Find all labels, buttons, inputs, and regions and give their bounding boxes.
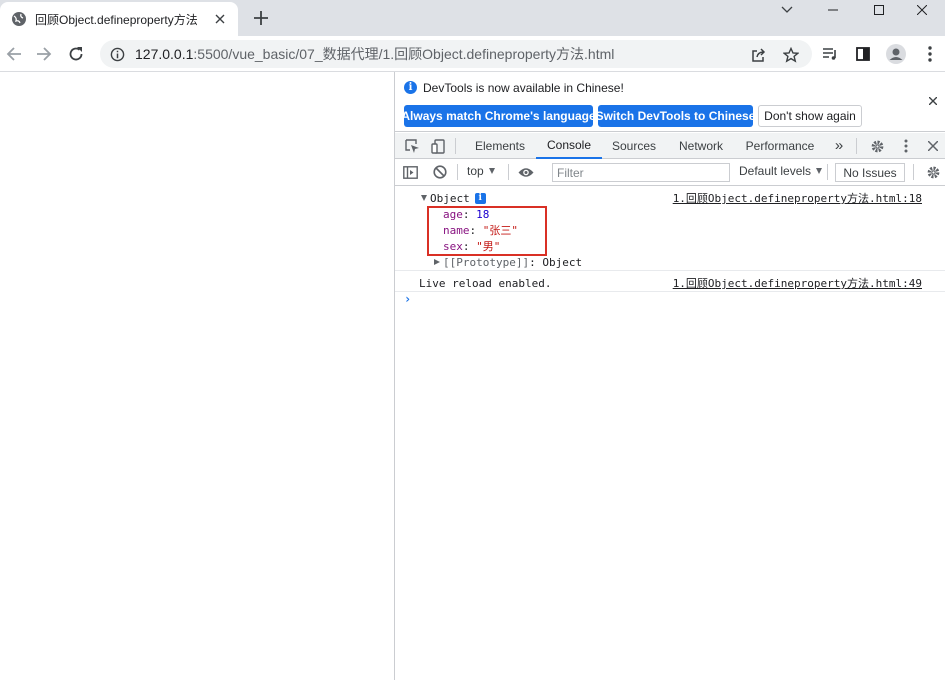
devtools-language-infobar: i DevTools is now available in Chinese! … xyxy=(395,72,945,132)
info-badge-icon: i xyxy=(474,192,486,204)
toolbar-divider xyxy=(455,138,456,154)
back-icon[interactable] xyxy=(4,44,24,64)
close-window-icon[interactable] xyxy=(899,0,945,20)
customize-menu-icon[interactable] xyxy=(897,137,915,155)
show-sidebar-icon[interactable] xyxy=(401,163,419,181)
dropdown-arrow-icon xyxy=(488,168,495,174)
object-label: Object xyxy=(430,191,470,205)
forward-icon[interactable] xyxy=(34,44,54,64)
maximize-icon[interactable] xyxy=(856,0,902,20)
tab-strip: 回顾Object.defineproperty方法 xyxy=(0,0,945,36)
console-toolbar: top Filter Default levels No Issues xyxy=(395,159,945,186)
tab-sources[interactable]: Sources xyxy=(605,133,663,158)
log-levels-dropdown[interactable]: Default levels xyxy=(739,164,823,178)
context-label: top xyxy=(467,164,484,178)
tab-search-chevron-icon[interactable] xyxy=(764,0,810,20)
url-path: :5500/vue_basic/07_数据代理/1.回顾Object.defin… xyxy=(193,46,615,62)
source-link[interactable]: 1.回顾Object.defineproperty方法.html:18 xyxy=(673,190,922,206)
close-devtools-icon[interactable] xyxy=(924,137,942,155)
settings-gear-icon[interactable] xyxy=(868,137,886,155)
console-log-object[interactable]: Object i 1.回顾Object.defineproperty方法.htm… xyxy=(395,190,945,206)
infobar-close-icon[interactable] xyxy=(926,94,940,108)
tab-console[interactable]: Console xyxy=(536,133,602,159)
minimize-icon[interactable] xyxy=(810,0,856,20)
prototype-key: [[Prototype]] xyxy=(443,255,530,269)
prototype-row[interactable]: [[Prototype]]: Object xyxy=(395,254,945,270)
bookmark-star-icon[interactable] xyxy=(782,46,800,64)
more-tabs-icon[interactable]: » xyxy=(829,133,849,158)
toolbar-divider xyxy=(827,164,828,180)
info-icon: i xyxy=(404,81,417,94)
browser-tab[interactable]: 回顾Object.defineproperty方法 xyxy=(0,2,238,36)
console-divider xyxy=(395,291,945,292)
console-divider xyxy=(395,270,945,271)
console-prompt-icon[interactable]: › xyxy=(404,292,411,306)
new-tab-icon[interactable] xyxy=(252,9,270,27)
infobar-message: DevTools is now available in Chinese! xyxy=(423,81,624,95)
prototype-value: Object xyxy=(542,255,583,269)
issues-button[interactable]: No Issues xyxy=(835,163,905,182)
url-text: 127.0.0.1:5500/vue_basic/07_数据代理/1.回顾Obj… xyxy=(135,44,614,64)
expand-triangle-icon[interactable] xyxy=(434,259,440,265)
side-panel-icon[interactable] xyxy=(853,44,873,64)
reload-icon[interactable] xyxy=(66,44,86,64)
console-log-message: Live reload enabled. 1.回顾Object.definepr… xyxy=(395,275,945,291)
reading-list-icon[interactable] xyxy=(820,44,840,64)
context-selector[interactable]: top xyxy=(467,164,495,178)
live-expression-eye-icon[interactable] xyxy=(517,163,535,181)
devtools-tab-bar: Elements Console Sources Network Perform… xyxy=(395,133,945,159)
clear-console-icon[interactable] xyxy=(431,163,449,181)
toolbar-divider xyxy=(913,164,914,180)
source-link[interactable]: 1.回顾Object.defineproperty方法.html:49 xyxy=(673,275,922,291)
site-info-icon[interactable] xyxy=(109,46,125,62)
dont-show-again-button[interactable]: Don't show again xyxy=(758,105,862,127)
toolbar-divider xyxy=(508,164,509,180)
devtools-panel: i DevTools is now available in Chinese! … xyxy=(394,72,945,680)
red-highlight-box xyxy=(427,206,547,256)
more-menu-icon[interactable] xyxy=(920,44,940,64)
inspect-element-icon[interactable] xyxy=(403,137,421,155)
always-match-language-button[interactable]: Always match Chrome's language xyxy=(401,105,596,127)
close-tab-icon[interactable] xyxy=(212,11,228,27)
tab-elements[interactable]: Elements xyxy=(467,133,533,158)
log-text: Live reload enabled. xyxy=(419,276,552,290)
dropdown-arrow-icon xyxy=(816,168,823,174)
expand-triangle-icon[interactable] xyxy=(421,195,427,201)
toolbar-divider xyxy=(856,138,857,154)
console-settings-gear-icon[interactable] xyxy=(924,163,942,181)
tab-title: 回顾Object.defineproperty方法 xyxy=(35,12,198,27)
log-levels-label: Default levels xyxy=(739,164,812,178)
url-host: 127.0.0.1 xyxy=(135,46,194,62)
page-viewport xyxy=(0,72,394,680)
console-filter-input[interactable]: Filter xyxy=(552,163,730,182)
browser-toolbar: 127.0.0.1:5500/vue_basic/07_数据代理/1.回顾Obj… xyxy=(0,36,945,72)
toolbar-divider xyxy=(457,164,458,180)
tab-performance[interactable]: Performance xyxy=(741,133,819,158)
profile-avatar-icon[interactable] xyxy=(885,43,907,65)
tab-network[interactable]: Network xyxy=(670,133,732,158)
share-icon[interactable] xyxy=(750,46,768,64)
globe-icon xyxy=(11,11,27,27)
device-toolbar-icon[interactable] xyxy=(429,137,447,155)
address-bar[interactable]: 127.0.0.1:5500/vue_basic/07_数据代理/1.回顾Obj… xyxy=(100,40,812,68)
switch-to-chinese-button[interactable]: Switch DevTools to Chinese xyxy=(596,105,755,127)
